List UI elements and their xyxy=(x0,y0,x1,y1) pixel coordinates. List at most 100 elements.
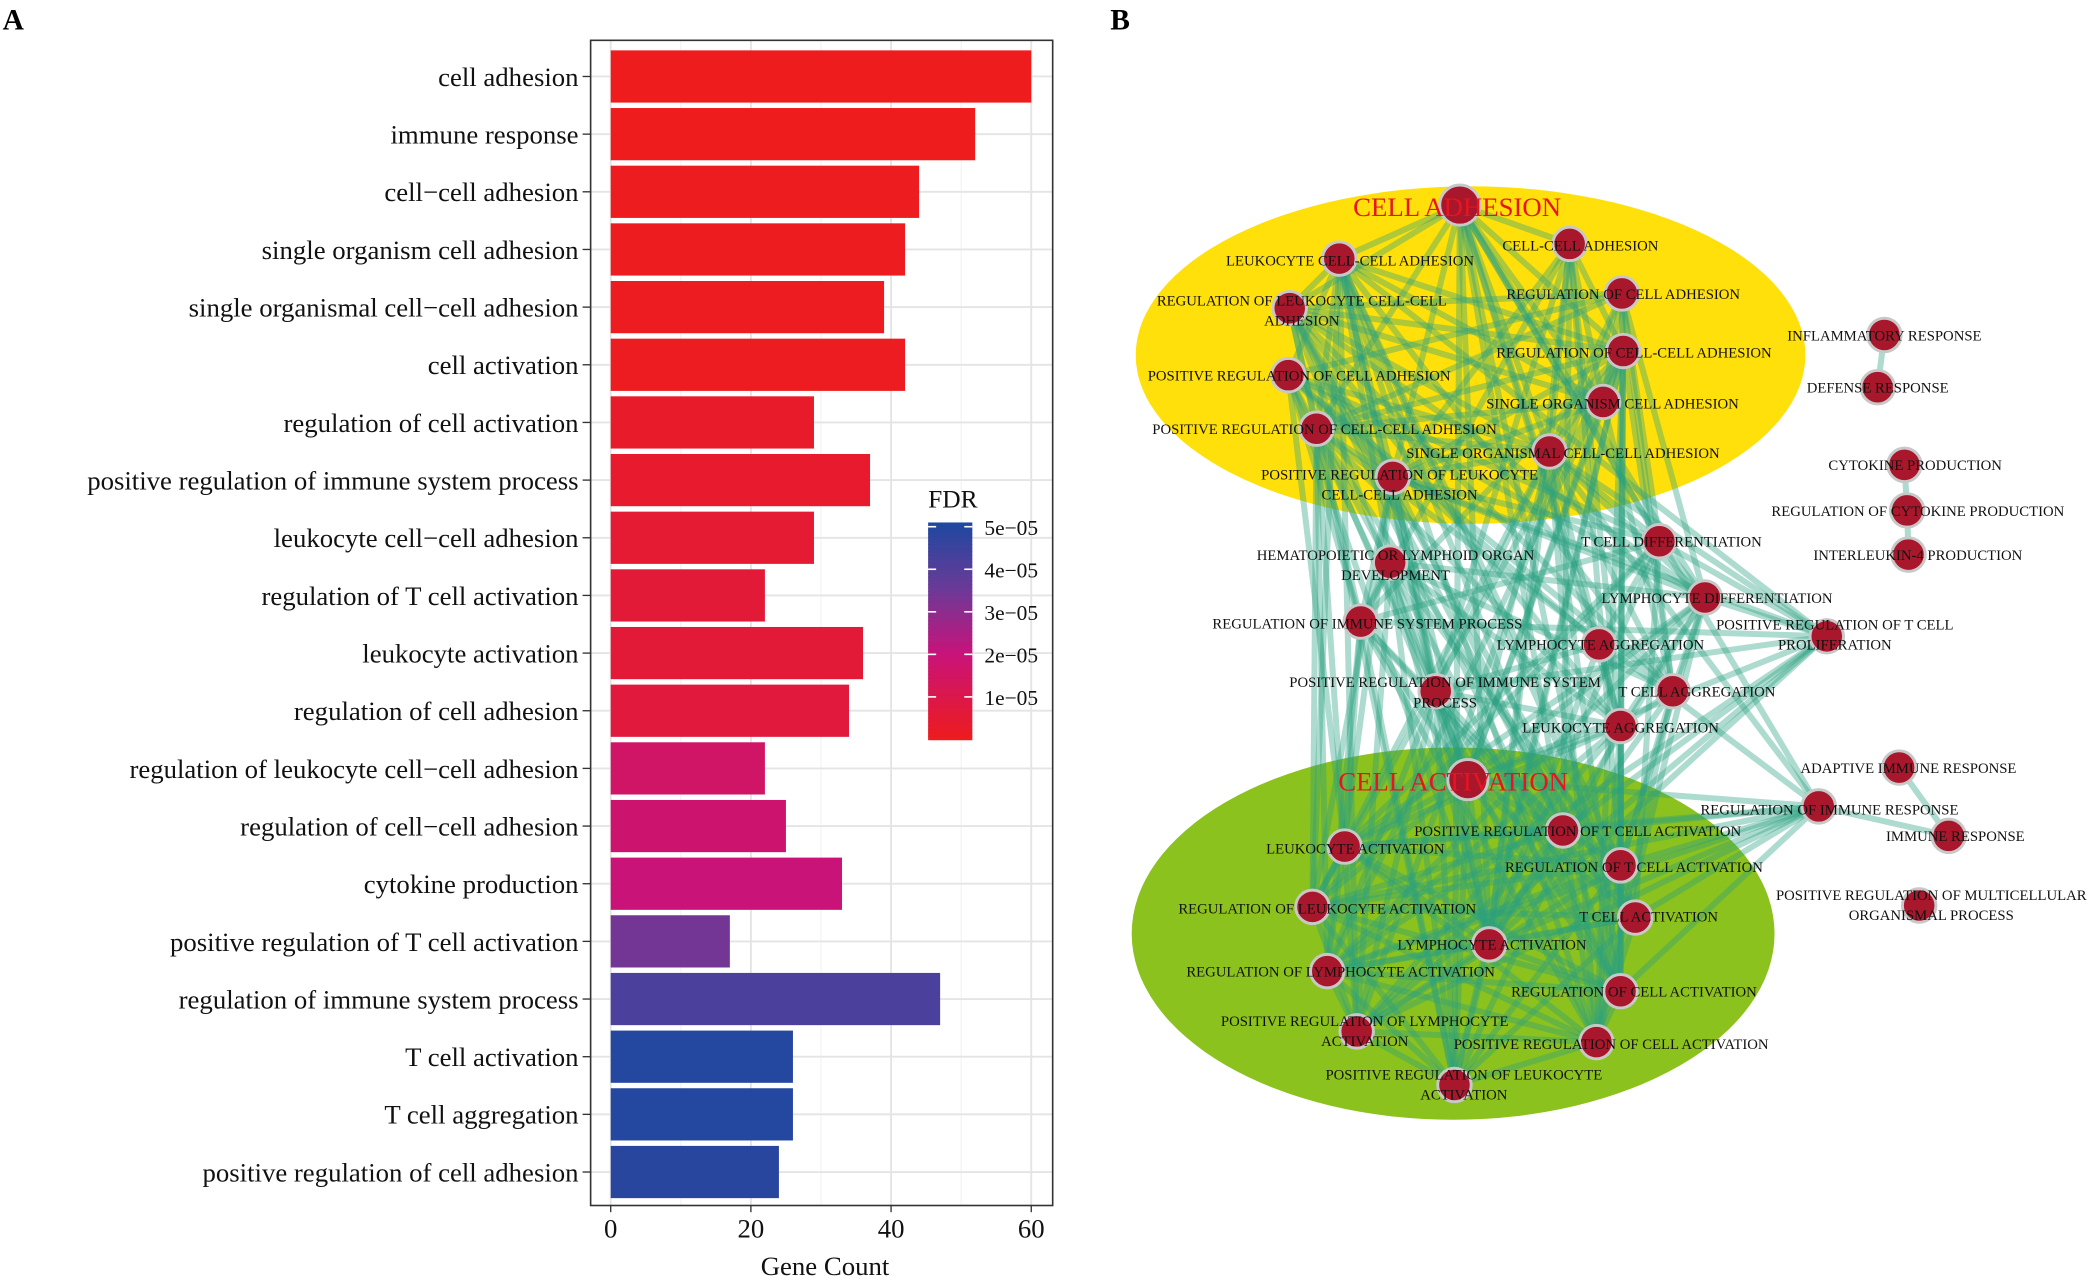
y-tick-label: immune response xyxy=(390,120,578,150)
bar xyxy=(610,453,871,507)
node-label: CELL-CELL ADHESION xyxy=(1502,239,1658,255)
figure: A B cell adhesion immune response cell−cel… xyxy=(3,5,2087,1282)
node-label: POSITIVE REGULATION OF LEUKOCYTE xyxy=(1261,468,1538,484)
x-tick-label: 60 xyxy=(1018,1214,1045,1244)
node-label: REGULATION OF CELL ADHESION xyxy=(1506,287,1740,303)
bar xyxy=(610,1030,793,1083)
y-tick-label: single organismal cell−cell adhesion xyxy=(189,292,579,322)
node-label: LEUKOCYTE ACTIVATION xyxy=(1266,841,1445,857)
colorbar-label: 3e−05 xyxy=(984,601,1038,625)
y-tick-label: cell adhesion xyxy=(438,62,578,92)
node-label: POSITIVE REGULATION OF IMMUNE SYSTEM xyxy=(1289,675,1601,691)
bar xyxy=(610,626,864,680)
colorbar-label: 2e−05 xyxy=(984,643,1038,667)
node-label: REGULATION OF CELL-CELL ADHESION xyxy=(1496,346,1772,362)
bar xyxy=(610,857,843,910)
y-tick-label: regulation of cell adhesion xyxy=(294,696,579,726)
bar xyxy=(610,915,730,968)
node-label: POSITIVE REGULATION OF T CELL xyxy=(1716,618,1953,634)
y-tick-label: positive regulation of cell adhesion xyxy=(202,1157,578,1187)
bar xyxy=(610,281,885,334)
node-label: REGULATION OF LEUKOCYTE CELL-CELL xyxy=(1157,294,1447,310)
y-tick-label: regulation of immune system process xyxy=(179,984,579,1014)
bar xyxy=(610,338,906,391)
bar xyxy=(610,569,765,622)
x-axis-title: Gene Count xyxy=(761,1251,890,1281)
bar xyxy=(610,511,814,564)
bar xyxy=(610,396,814,449)
bar-chart: cell adhesion immune response cell−cell ad… xyxy=(87,39,1054,1281)
node-label: SINGLE ORGANISMAL CELL-CELL ADHESION xyxy=(1406,446,1720,462)
network-diagram: LEUKOCYTE CELL-CELL ADHESION CELL-CELL AD… xyxy=(1131,183,2087,1120)
node-label: LEUKOCYTE AGGREGATION xyxy=(1522,721,1719,737)
bar xyxy=(610,972,941,1026)
y-tick-label: regulation of T cell activation xyxy=(261,581,578,611)
node-label: INFLAMMATORY RESPONSE xyxy=(1787,328,1981,344)
panel-a-letter: A xyxy=(3,5,25,37)
node-label: PROCESS xyxy=(1413,695,1477,711)
y-tick-label: T cell activation xyxy=(405,1042,578,1072)
bar xyxy=(610,799,786,853)
node-label: POSITIVE REGULATION OF CELL ADHESION xyxy=(1148,369,1451,385)
colorbar-label: 5e−05 xyxy=(984,516,1038,540)
node-label: REGULATION OF T CELL ACTIVATION xyxy=(1505,860,1763,876)
bar xyxy=(610,50,1032,103)
node-label: PROLIFERATION xyxy=(1778,638,1892,654)
y-tick-label: positive regulation of T cell activation xyxy=(170,927,579,957)
node-label: LYMPHOCYTE ACTIVATION xyxy=(1397,938,1587,954)
node-label: ACTIVATION xyxy=(1321,1034,1409,1050)
node-label: LYMPHOCYTE AGGREGATION xyxy=(1497,638,1705,654)
node-label: ADAPTIVE IMMUNE RESPONSE xyxy=(1801,761,2017,777)
node-label: POSITIVE REGULATION OF T CELL ACTIVATION xyxy=(1414,824,1741,840)
node-label: POSITIVE REGULATION OF LYMPHOCYTE xyxy=(1221,1014,1509,1030)
node-label: POSITIVE REGULATION OF CELL ACTIVATION xyxy=(1454,1037,1769,1053)
x-tick-label: 20 xyxy=(738,1214,765,1244)
node-label: T CELL AGGREGATION xyxy=(1618,685,1775,701)
node-label: LYMPHOCYTE DIFFERENTIATION xyxy=(1601,591,1833,607)
node-label: T CELL DIFFERENTIATION xyxy=(1581,535,1762,551)
legend-title: FDR xyxy=(928,485,978,514)
bar xyxy=(610,223,906,276)
node-label: REGULATION OF CELL ACTIVATION xyxy=(1511,985,1757,1001)
colorbar-label: 1e−05 xyxy=(984,686,1038,710)
node-label: INTERLEUKIN-4 PRODUCTION xyxy=(1813,548,2022,564)
node-label: REGULATION OF IMMUNE RESPONSE xyxy=(1700,802,1958,818)
panel-b-letter: B xyxy=(1110,5,1130,37)
node-label: DEFENSE RESPONSE xyxy=(1807,381,1949,397)
node-label: REGULATION OF LYMPHOCYTE ACTIVATION xyxy=(1186,964,1495,980)
node-label: SINGLE ORGANISM CELL ADHESION xyxy=(1486,397,1739,413)
node-label: T CELL ACTIVATION xyxy=(1579,910,1718,926)
node-label: POSITIVE REGULATION OF CELL-CELL ADHESIO… xyxy=(1152,422,1497,438)
cluster-label-cell-activation: CELL ACTIVATION xyxy=(1338,766,1568,796)
y-tick-label: single organism cell adhesion xyxy=(262,235,579,265)
node-label: REGULATION OF LEUKOCYTE ACTIVATION xyxy=(1178,902,1476,918)
node-label: CYTOKINE PRODUCTION xyxy=(1828,458,2002,474)
node-label: ORGANISMAL PROCESS xyxy=(1849,908,2014,924)
bar xyxy=(610,108,976,161)
x-tick-label: 0 xyxy=(604,1214,617,1244)
y-tick-label: regulation of cell activation xyxy=(284,408,579,438)
y-tick-label: leukocyte cell−cell adhesion xyxy=(274,523,579,553)
node-label: IMMUNE RESPONSE xyxy=(1886,829,2025,845)
bar xyxy=(610,165,920,218)
node-label: REGULATION OF IMMUNE SYSTEM PROCESS xyxy=(1212,616,1522,632)
y-tick-label: cytokine production xyxy=(364,869,579,899)
node-label: CELL-CELL ADHESION xyxy=(1322,488,1478,504)
node-label: ADHESION xyxy=(1264,314,1340,330)
y-tick-label: regulation of leukocyte cell−cell adhesi… xyxy=(129,754,578,784)
node-label: DEVELOPMENT xyxy=(1341,568,1450,584)
node-label: POSITIVE REGULATION OF MULTICELLULAR xyxy=(1776,888,2087,904)
y-tick-label: regulation of cell−cell adhesion xyxy=(240,811,578,841)
cluster-label-cell-adhesion: CELL ADHESION xyxy=(1353,192,1561,222)
bar xyxy=(610,742,765,795)
node-label: REGULATION OF CYTOKINE PRODUCTION xyxy=(1771,504,2064,520)
y-tick-label: T cell aggregation xyxy=(384,1100,578,1130)
node-label: ACTIVATION xyxy=(1420,1088,1508,1104)
node-label: LEUKOCYTE CELL-CELL ADHESION xyxy=(1226,253,1474,269)
x-tick-label: 40 xyxy=(878,1214,905,1244)
node-label: HEMATOPOIETIC OR LYMPHOID ORGAN xyxy=(1257,548,1535,564)
y-tick-label: cell−cell adhesion xyxy=(384,177,578,207)
bar xyxy=(610,1145,779,1199)
colorbar-label: 4e−05 xyxy=(984,558,1038,582)
y-tick-label: cell activation xyxy=(428,350,579,380)
